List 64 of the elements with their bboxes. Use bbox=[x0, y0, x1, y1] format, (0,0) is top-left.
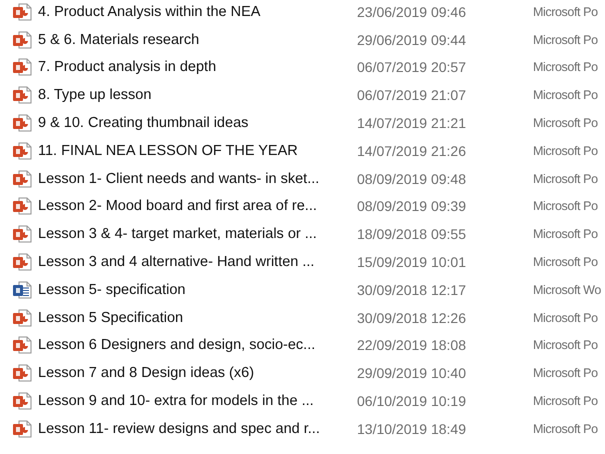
file-name[interactable]: 8. Type up lesson bbox=[38, 87, 357, 104]
file-name[interactable]: Lesson 11- review designs and spec and r... bbox=[38, 420, 357, 437]
file-name[interactable]: 5 & 6. Materials research bbox=[38, 32, 357, 48]
date-modified: 18/09/2018 09:55 bbox=[357, 226, 467, 242]
presentation-file-icon bbox=[12, 57, 32, 78]
file-type: Microsoft Po bbox=[533, 4, 598, 19]
date-modified: 06/10/2019 10:19 bbox=[357, 393, 467, 410]
presentation-file-icon bbox=[12, 2, 32, 22]
file-type: Microsoft Po bbox=[533, 255, 598, 270]
file-type: Microsoft Po bbox=[533, 227, 598, 242]
date-modified: 08/09/2019 09:48 bbox=[357, 170, 467, 187]
presentation-file-icon bbox=[12, 252, 32, 272]
presentation-file-icon bbox=[12, 196, 32, 216]
file-name[interactable]: Lesson 6 Designers and design, socio-ec... bbox=[38, 337, 357, 354]
file-type: Microsoft Po bbox=[533, 422, 598, 436]
date-modified: 23/06/2019 09:46 bbox=[357, 4, 467, 20]
presentation-file-icon bbox=[12, 391, 32, 412]
presentation-file-icon bbox=[12, 308, 32, 328]
file-name[interactable]: Lesson 5- specification bbox=[38, 282, 357, 298]
file-name[interactable]: Lesson 3 and 4 alternative- Hand written ... bbox=[38, 254, 357, 270]
file-type: Microsoft Po bbox=[533, 116, 598, 130]
presentation-file-icon bbox=[12, 113, 32, 134]
file-type: Microsoft Po bbox=[533, 366, 598, 380]
file-type: Microsoft Po bbox=[533, 338, 598, 352]
file-name[interactable]: Lesson 5 Specification bbox=[38, 310, 357, 326]
file-type: Microsoft Po bbox=[533, 310, 598, 325]
file-type: Microsoft Po bbox=[533, 60, 598, 74]
date-modified: 29/09/2019 10:40 bbox=[357, 365, 467, 382]
file-type: Microsoft Po bbox=[533, 394, 598, 408]
presentation-file-icon bbox=[12, 363, 32, 384]
presentation-file-icon bbox=[12, 224, 32, 244]
presentation-file-icon bbox=[12, 85, 32, 106]
presentation-file-icon bbox=[12, 168, 32, 189]
file-type: Microsoft Po bbox=[533, 32, 598, 47]
file-name[interactable]: 7. Product analysis in depth bbox=[38, 59, 357, 76]
presentation-file-icon bbox=[12, 418, 32, 439]
file-name[interactable]: 4. Product Analysis within the NEA bbox=[38, 4, 357, 20]
date-modified: 22/09/2019 18:08 bbox=[357, 337, 467, 354]
date-modified: 06/07/2019 20:57 bbox=[357, 59, 467, 76]
date-modified: 08/09/2019 09:39 bbox=[357, 198, 467, 214]
word-document-icon bbox=[12, 280, 32, 300]
file-type: Microsoft Po bbox=[533, 144, 598, 158]
file-name[interactable]: 9 & 10. Creating thumbnail ideas bbox=[38, 115, 357, 132]
file-type: Microsoft Wo bbox=[533, 282, 601, 297]
presentation-file-icon bbox=[12, 140, 32, 161]
date-modified: 30/09/2018 12:26 bbox=[357, 310, 467, 326]
file-type: Microsoft Po bbox=[533, 88, 598, 102]
file-name[interactable]: Lesson 7 and 8 Design ideas (x6) bbox=[38, 365, 357, 382]
date-modified: 14/07/2019 21:21 bbox=[357, 115, 467, 132]
date-modified: 29/06/2019 09:44 bbox=[357, 32, 467, 48]
file-name[interactable]: Lesson 1- Client needs and wants- in sket... bbox=[38, 170, 357, 187]
date-modified: 14/07/2019 21:26 bbox=[357, 142, 467, 159]
presentation-file-icon bbox=[12, 335, 32, 356]
date-modified: 13/10/2019 18:49 bbox=[357, 420, 467, 437]
presentation-file-icon bbox=[12, 30, 32, 50]
file-name[interactable]: Lesson 2- Mood board and first area of re... bbox=[38, 198, 357, 214]
file-name[interactable]: Lesson 3 & 4- target market, materials or ... bbox=[38, 226, 357, 242]
file-name[interactable]: 11. FINAL NEA LESSON OF THE YEAR bbox=[38, 142, 357, 159]
file-type: Microsoft Po bbox=[533, 199, 598, 214]
date-modified: 30/09/2018 12:17 bbox=[357, 282, 467, 298]
file-type: Microsoft Po bbox=[533, 172, 598, 186]
date-modified: 06/07/2019 21:07 bbox=[357, 87, 467, 104]
date-modified: 15/09/2019 10:01 bbox=[357, 254, 467, 270]
file-name[interactable]: Lesson 9 and 10- extra for models in the ... bbox=[38, 393, 357, 410]
